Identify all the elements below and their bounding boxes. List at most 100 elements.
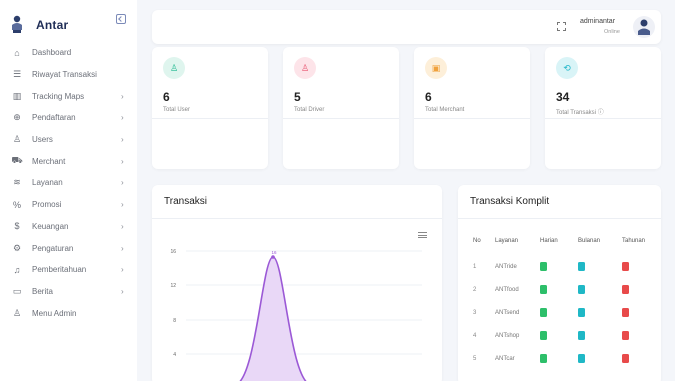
list-icon: ☰ — [12, 69, 22, 80]
table-header: Bulanan — [578, 238, 601, 244]
map-icon: ▥ — [12, 90, 22, 101]
bell-icon: ♫ — [13, 264, 21, 275]
stat-value: 5 — [294, 90, 301, 104]
sidebar-item-label: Riwayat Transaksi — [32, 70, 97, 80]
sidebar-item-dashboard[interactable]: ⌂ Dashboard — [0, 42, 137, 64]
divider — [414, 118, 530, 119]
service-name: ANTshop — [495, 333, 520, 339]
harian-badge[interactable] — [540, 285, 547, 294]
row-number: 3 — [473, 310, 477, 316]
sidebar-item-berita[interactable]: ▭ Berita › — [0, 281, 137, 303]
sidebar-item-label: Layanan — [32, 178, 63, 188]
stat-label: Total Merchant — [425, 107, 465, 113]
tahunan-badge[interactable] — [622, 308, 629, 317]
transaksi-komplit-card: Transaksi Komplit No Layanan Harian Bulanan… — [458, 185, 661, 381]
user-name[interactable]: adminantar — [580, 18, 615, 25]
brand[interactable]: Antar — [10, 12, 68, 38]
calendar-icon: ▣ — [425, 57, 447, 79]
sidebar-item-menu-admin[interactable]: ♙ Menu Admin — [0, 302, 137, 324]
user-status: Online — [604, 29, 620, 35]
stat-card: ▣ 6 Total Merchant — [414, 47, 530, 169]
sidebar-item-label: Dashboard — [32, 48, 72, 58]
sidebar-item-merchant[interactable]: ⛟ Merchant › — [0, 150, 137, 172]
tahunan-badge[interactable] — [622, 285, 629, 294]
chevron-right-icon: › — [121, 135, 124, 145]
sidebar-item-layanan[interactable]: ≋ Layanan › — [0, 172, 137, 194]
sidebar-item-label: Pendaftaran — [32, 113, 76, 123]
layers-icon: ≋ — [13, 177, 21, 188]
sidebar-menu: ⌂ Dashboard ☰ Riwayat Transaksi ▥ Tracking Ma… — [0, 42, 137, 324]
harian-badge[interactable] — [540, 262, 547, 271]
harian-badge[interactable] — [540, 308, 547, 317]
service-name: ANTcar — [495, 356, 515, 362]
table-header: Harian — [540, 238, 558, 244]
sidebar-item-label: Keuangan — [32, 221, 69, 231]
stat-card: ⟲ 34 Total Transaksi ⓘ — [545, 47, 661, 169]
sidebar-item-pengaturan[interactable]: ⚙ Pengaturan › — [0, 237, 137, 259]
service-name: ANTsend — [495, 310, 520, 316]
brand-name: Antar — [36, 18, 69, 32]
data-point[interactable] — [271, 255, 275, 259]
cart-icon: ⛟ — [11, 155, 23, 166]
divider — [283, 118, 399, 119]
bulanan-badge[interactable] — [578, 308, 585, 317]
bulanan-badge[interactable] — [578, 262, 585, 271]
y-tick-label: 8 — [173, 318, 176, 324]
users-icon: ♙ — [294, 57, 316, 79]
sidebar-item-label: Merchant — [32, 156, 66, 166]
y-tick-label: 4 — [173, 352, 176, 358]
divider — [545, 118, 661, 119]
sidebar-item-pendaftaran[interactable]: ⊕ Pendaftaran › — [0, 107, 137, 129]
stat-value: 34 — [556, 90, 570, 104]
info-icon: ⓘ — [597, 110, 604, 116]
chevron-right-icon: › — [121, 221, 124, 231]
y-tick-label: 12 — [170, 283, 176, 289]
transaksi-chart-card: Transaksi 16 12 8 4 16 — [152, 185, 442, 381]
bulanan-badge[interactable] — [578, 331, 585, 340]
chevron-right-icon: › — [121, 265, 124, 275]
sidebar-item-users[interactable]: ♙ Users › — [0, 129, 137, 151]
table-header: Layanan — [495, 238, 519, 244]
service-name: ANTride — [495, 264, 517, 270]
table-row: 2 ANTfood — [458, 284, 661, 306]
divider — [152, 118, 268, 119]
row-number: 4 — [473, 333, 477, 339]
sidebar-item-label: Berita — [32, 286, 53, 296]
sidebar-collapse-icon[interactable] — [116, 14, 126, 24]
bulanan-badge[interactable] — [578, 354, 585, 363]
area-series — [239, 256, 307, 381]
sidebar-item-keuangan[interactable]: $ Keuangan › — [0, 216, 137, 238]
harian-badge[interactable] — [540, 354, 547, 363]
fullscreen-icon[interactable] — [557, 22, 566, 31]
avatar[interactable] — [633, 16, 655, 38]
user-plus-icon: ♙ — [12, 307, 22, 318]
dashboard-icon: ⌂ — [14, 47, 20, 58]
chevron-right-icon: › — [121, 243, 124, 253]
topbar: adminantar Online — [152, 10, 661, 44]
table-row: 3 ANTsend — [458, 307, 661, 329]
sidebar-item-promosi[interactable]: % Promosi › — [0, 194, 137, 216]
tahunan-badge[interactable] — [622, 354, 629, 363]
gear-icon: ⚙ — [12, 242, 22, 253]
chevron-right-icon: › — [121, 178, 124, 188]
table-header: No — [473, 238, 481, 244]
percent-icon: % — [12, 199, 21, 210]
sidebar-item-label: Pengaturan — [32, 243, 74, 253]
tahunan-badge[interactable] — [622, 262, 629, 271]
stat-value: 6 — [425, 90, 432, 104]
sidebar-item-tracking-maps[interactable]: ▥ Tracking Maps › — [0, 85, 137, 107]
chevron-right-icon: › — [121, 113, 124, 123]
bulanan-badge[interactable] — [578, 285, 585, 294]
harian-badge[interactable] — [540, 331, 547, 340]
divider — [458, 218, 661, 219]
tahunan-badge[interactable] — [622, 331, 629, 340]
table-row: 5 ANTcar — [458, 353, 661, 375]
sidebar-item-label: Pemberitahuan — [32, 265, 87, 275]
table-header: Tahunan — [622, 238, 646, 244]
row-number: 1 — [473, 264, 477, 270]
sidebar-item-riwayat-transaksi[interactable]: ☰ Riwayat Transaksi — [0, 64, 137, 86]
y-tick-label: 16 — [170, 249, 176, 255]
stat-label: Total User — [163, 107, 191, 113]
sidebar-item-pemberitahuan[interactable]: ♫ Pemberitahuan › — [0, 259, 137, 281]
komplit-title: Transaksi Komplit — [470, 196, 550, 207]
